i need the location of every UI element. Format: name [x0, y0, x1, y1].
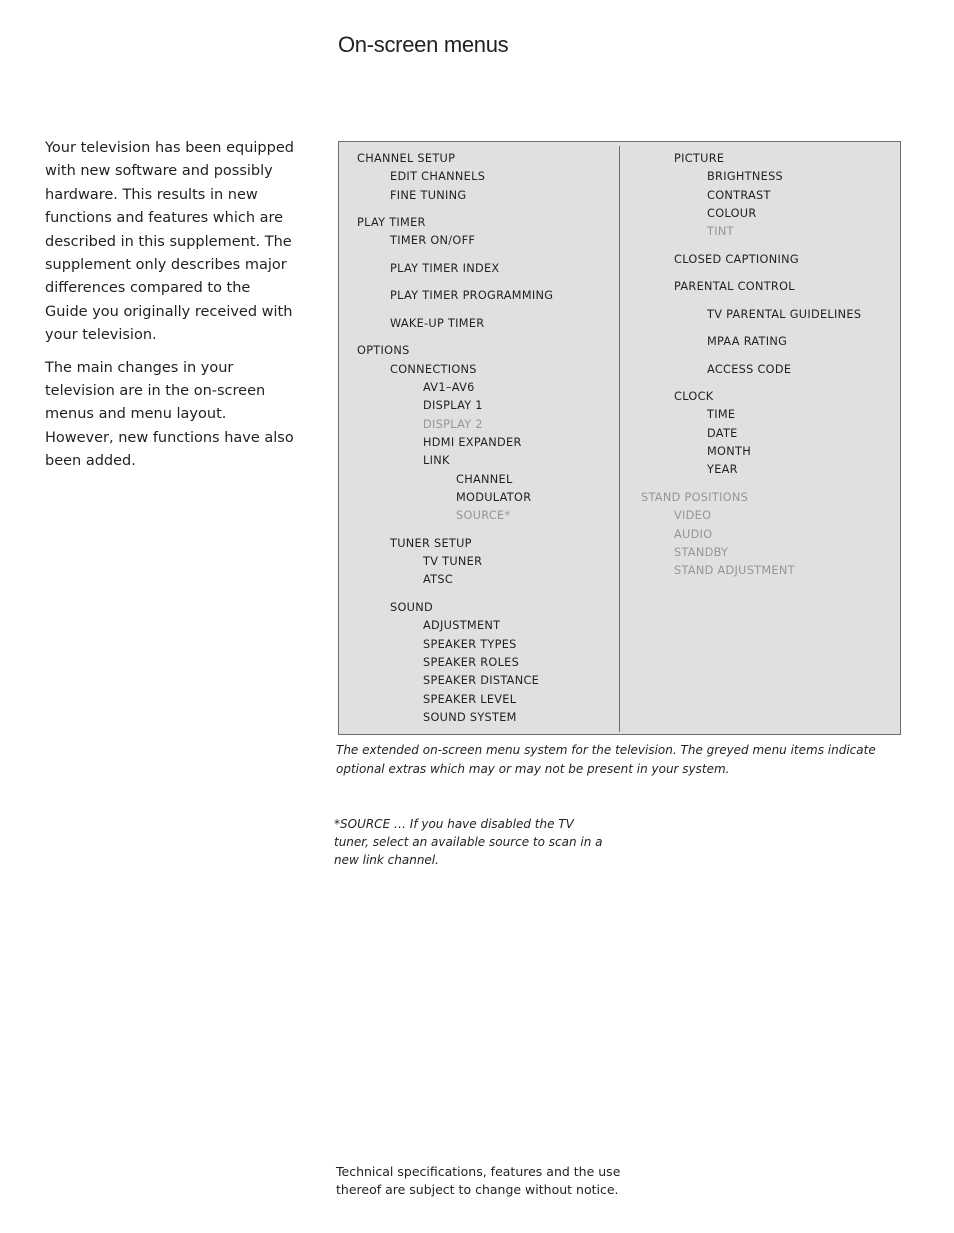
intro-text: Your television has been equipped with n…: [45, 137, 295, 483]
menu-item-left: WAKE-UP TIMER: [390, 317, 485, 330]
menu-item-right: AUDIO: [674, 528, 713, 541]
menu-item-left: ATSC: [423, 573, 454, 586]
menu-item-left: TIMER ON/OFF: [390, 234, 476, 247]
menu-item-right: STANDBY: [674, 546, 729, 559]
menu-item-right: COLOUR: [707, 207, 757, 220]
menu-item-right: DATE: [707, 427, 738, 440]
menu-item-left: CHANNEL: [456, 473, 513, 486]
menu-item-left: TUNER SETUP: [390, 537, 472, 550]
menu-item-left: DISPLAY 1: [423, 399, 483, 412]
menu-item-right: TINT: [707, 225, 734, 238]
menu-item-right: ACCESS CODE: [707, 363, 792, 376]
menu-item-left: FINE TUNING: [390, 189, 467, 202]
menu-item-right: STAND POSITIONS: [641, 491, 749, 504]
menu-item-left: PLAY TIMER: [357, 216, 426, 229]
disclaimer: Technical specifications, features and t…: [336, 1164, 621, 1197]
menu-item-left: PLAY TIMER INDEX: [390, 262, 500, 275]
column-divider: [619, 146, 620, 732]
menu-item-right: MONTH: [707, 445, 751, 458]
menu-item-right: STAND ADJUSTMENT: [674, 564, 795, 577]
figure-caption: The extended on-screen menu system for t…: [336, 743, 876, 776]
menu-item-right: TV PARENTAL GUIDELINES: [707, 308, 862, 321]
menu-item-left: OPTIONS: [357, 344, 410, 357]
menu-item-left: AV1–AV6: [423, 381, 475, 394]
menu-item-right: BRIGHTNESS: [707, 170, 784, 183]
menu-item-left: TV TUNER: [423, 555, 483, 568]
menu-item-right: TIME: [707, 408, 736, 421]
menu-item-left: SPEAKER TYPES: [423, 638, 517, 651]
intro-paragraph: Your television has been equipped with n…: [45, 140, 294, 344]
menu-item-left: SPEAKER DISTANCE: [423, 674, 540, 687]
menu-item-right: CLOSED CAPTIONING: [674, 253, 799, 266]
menu-item-left: ADJUSTMENT: [423, 619, 501, 632]
menu-item-left: DISPLAY 2: [423, 418, 483, 431]
menu-item-right: YEAR: [707, 463, 738, 476]
menu-item-left: SPEAKER LEVEL: [423, 693, 517, 706]
menu-item-left: SPEAKER ROLES: [423, 656, 520, 669]
menu-item-left: CHANNEL SETUP: [357, 152, 456, 165]
menu-item-left: HDMI EXPANDER: [423, 436, 522, 449]
menu-item-right: MPAA RATING: [707, 335, 788, 348]
footnote: *SOURCE … If you have disabled the TV tu…: [334, 817, 603, 867]
page-title: On-screen menus: [338, 32, 509, 57]
menu-item-left: EDIT CHANNELS: [390, 170, 486, 183]
menu-item-left: LINK: [423, 454, 450, 467]
intro-paragraph: The main changes in your television are …: [45, 359, 294, 470]
menu-item-right: PICTURE: [674, 152, 725, 165]
menu-item-left: CONNECTIONS: [390, 363, 477, 376]
menu-item-left: MODULATOR: [456, 491, 532, 504]
menu-item-left: SOUND SYSTEM: [423, 711, 517, 724]
menu-item-left: SOUND: [390, 601, 433, 614]
menu-item-right: VIDEO: [674, 509, 712, 522]
menu-item-right: PARENTAL CONTROL: [674, 280, 795, 293]
menu-item-right: CLOCK: [674, 390, 714, 403]
menu-item-left: PLAY TIMER PROGRAMMING: [390, 289, 554, 302]
menu-item-left: SOURCE*: [456, 509, 511, 522]
menu-item-right: CONTRAST: [707, 189, 771, 202]
